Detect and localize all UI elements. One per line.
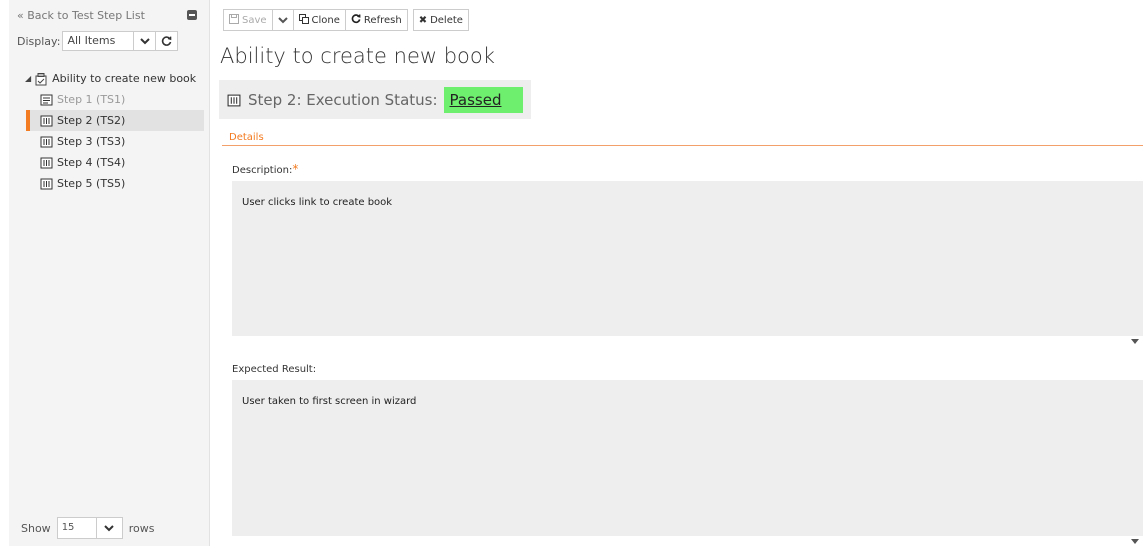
expected-result-value: User taken to first screen in wizard bbox=[242, 396, 417, 407]
description-label-text: Description: bbox=[232, 165, 293, 176]
page-title: Ability to create new book bbox=[220, 44, 495, 68]
tree-item-step-5[interactable]: Step 5 (TS5) bbox=[26, 173, 204, 194]
tree-item-step-1[interactable]: Step 1 (TS1) bbox=[26, 89, 204, 110]
expected-result-label: Expected Result: bbox=[232, 364, 317, 375]
chevron-down-icon bbox=[277, 16, 288, 23]
display-select[interactable]: All Items bbox=[62, 31, 135, 51]
refresh-icon[interactable] bbox=[156, 31, 179, 51]
chevron-down-icon[interactable] bbox=[134, 31, 157, 51]
status-badge: Passed bbox=[443, 86, 524, 113]
save-label: Save bbox=[242, 14, 267, 26]
back-to-test-step-list-link[interactable]: « Back to Test Step List bbox=[17, 9, 145, 22]
test-step-icon bbox=[40, 178, 53, 190]
test-step-icon bbox=[40, 157, 53, 169]
refresh-button[interactable]: Refresh bbox=[345, 9, 408, 31]
chevron-down-icon[interactable] bbox=[96, 517, 123, 539]
sidebar: « Back to Test Step List Display: All It… bbox=[9, 0, 210, 546]
test-step-icon bbox=[227, 94, 241, 106]
clone-icon bbox=[298, 13, 309, 27]
test-case-icon bbox=[35, 72, 48, 85]
delete-label: Delete bbox=[430, 14, 463, 26]
clone-label: Clone bbox=[311, 14, 340, 26]
display-label: Display: bbox=[17, 34, 61, 48]
test-step-icon bbox=[40, 136, 53, 148]
description-value: User clicks link to create book bbox=[242, 197, 393, 208]
resize-arrow-icon[interactable] bbox=[1131, 339, 1139, 344]
tree-root-label: Ability to create new book bbox=[52, 72, 197, 85]
tree-item-step-4[interactable]: Step 4 (TS4) bbox=[26, 152, 204, 173]
execution-status-label: Step 2: Execution Status: bbox=[248, 90, 438, 109]
show-label: Show bbox=[21, 521, 51, 535]
tree-expand-icon[interactable]: ◢ bbox=[25, 74, 31, 83]
tree-item-label: Step 1 (TS1) bbox=[57, 93, 126, 106]
tree-item-step-2[interactable]: Step 2 (TS2) bbox=[26, 110, 204, 131]
floppy-disk-icon bbox=[229, 13, 239, 27]
test-step-icon bbox=[40, 94, 53, 106]
test-step-icon bbox=[40, 115, 53, 127]
test-step-tree: Step 1 (TS1) Step 2 (TS2) Step 3 (TS3) S… bbox=[26, 89, 204, 194]
tab-details[interactable]: Details bbox=[229, 132, 264, 143]
tree-item-label: Step 4 (TS4) bbox=[57, 156, 126, 169]
save-button[interactable]: Save bbox=[223, 9, 273, 31]
tree-item-step-3[interactable]: Step 3 (TS3) bbox=[26, 131, 204, 152]
required-marker: * bbox=[292, 162, 299, 176]
rows-label: rows bbox=[128, 521, 155, 535]
details-divider bbox=[222, 145, 1143, 146]
tree-item-label: Step 5 (TS5) bbox=[57, 177, 126, 190]
toolbar: Save Clone Refresh ✖ Delete bbox=[223, 9, 469, 31]
refresh-icon bbox=[351, 13, 361, 27]
resize-arrow-icon[interactable] bbox=[1131, 539, 1139, 544]
execution-status-panel: Step 2: Execution Status: Passed bbox=[219, 80, 531, 119]
rows-per-page-select[interactable]: 15 bbox=[56, 517, 97, 539]
refresh-label: Refresh bbox=[363, 14, 402, 26]
display-filter: Display: All Items bbox=[17, 31, 179, 51]
tree-item-label: Step 3 (TS3) bbox=[57, 135, 126, 148]
expected-result-field[interactable]: User taken to first screen in wizard bbox=[232, 380, 1143, 536]
save-options-dropdown[interactable] bbox=[272, 9, 294, 31]
delete-button[interactable]: ✖ Delete bbox=[412, 9, 469, 31]
collapse-sidebar-icon[interactable] bbox=[187, 10, 197, 20]
description-label: Description:* bbox=[232, 162, 298, 176]
tree-root-test-case[interactable]: ◢ Ability to create new book bbox=[25, 72, 196, 85]
description-field[interactable]: User clicks link to create book bbox=[232, 181, 1143, 336]
pagination-rows: Show 15 rows bbox=[21, 517, 154, 539]
clone-button[interactable]: Clone bbox=[293, 9, 346, 31]
close-icon: ✖ bbox=[418, 14, 428, 26]
tree-item-label: Step 2 (TS2) bbox=[57, 114, 126, 127]
